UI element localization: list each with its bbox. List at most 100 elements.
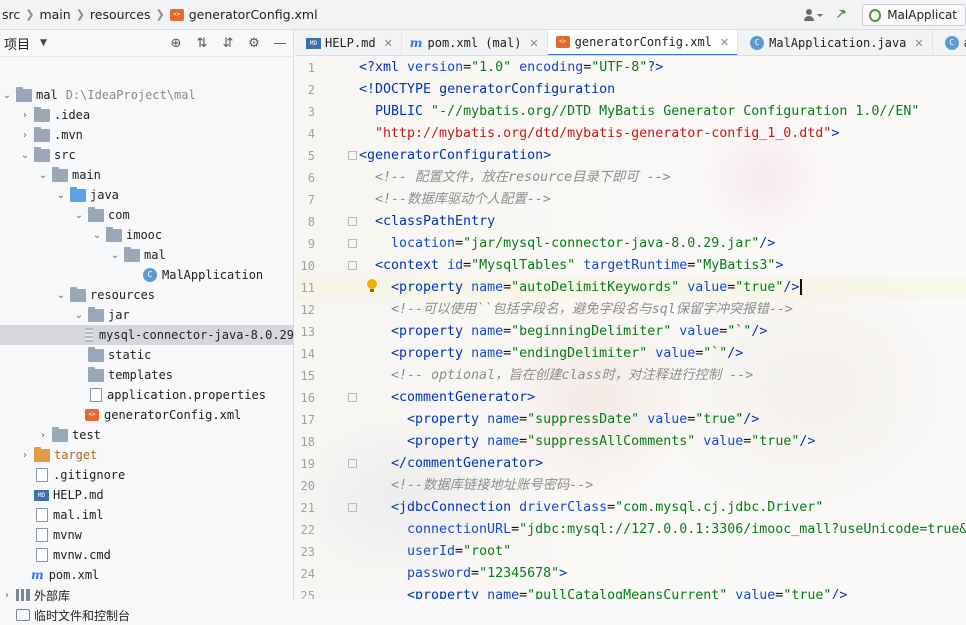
tree-item[interactable]: ⌄ src xyxy=(0,145,294,165)
code-line[interactable]: <property name="pullCatalogMeansCurrent"… xyxy=(359,585,847,599)
minimize-icon[interactable]: — xyxy=(271,34,289,52)
editor-tab[interactable]: C MalApplication.java ✕ xyxy=(738,30,933,55)
tree-item[interactable]: mvnw.cmd xyxy=(0,545,294,565)
code-line[interactable]: <property name="autoDelimitKeywords" val… xyxy=(359,277,803,299)
locate-file-icon[interactable]: ⊕ xyxy=(167,34,185,52)
tree-item[interactable]: › .idea xyxy=(0,105,294,125)
tree-item[interactable]: › test xyxy=(0,425,294,445)
fold-marker-icon[interactable] xyxy=(348,261,357,270)
tree-item[interactable]: static xyxy=(0,345,294,365)
code-line[interactable]: <?xml version="1.0" encoding="UTF-8"?> xyxy=(359,57,663,79)
fold-marker-icon[interactable] xyxy=(348,151,357,160)
code-line[interactable]: PUBLIC "-//mybatis.org//DTD MyBatis Gene… xyxy=(359,101,919,123)
chevron-down-icon[interactable]: ⌄ xyxy=(73,210,85,221)
fold-marker-icon[interactable] xyxy=(348,393,357,402)
expand-all-icon[interactable]: ⇅ xyxy=(193,34,211,52)
chevron-down-icon[interactable]: ⌄ xyxy=(37,170,49,181)
code-line[interactable]: <property name="suppressDate" value="tru… xyxy=(359,409,759,431)
code-line[interactable]: userId="root" xyxy=(359,541,511,563)
run-configuration-select[interactable]: MalApplicat xyxy=(862,4,966,26)
tree-item[interactable]: › target xyxy=(0,445,294,465)
code-editor[interactable]: 1 2 3 4 5 6 7 8 9 10 11 12 13 14 15 16 17 18 19 20 21 22 23 24 2… xyxy=(295,57,966,599)
close-icon[interactable]: ✕ xyxy=(720,36,729,49)
tree-item[interactable]: ⌄ java xyxy=(0,185,294,205)
tree-item[interactable]: ⌄ main xyxy=(0,165,294,185)
tree-item[interactable]: ⌄ jar xyxy=(0,305,294,325)
tree-item[interactable]: 临时文件和控制台 xyxy=(0,605,294,625)
chevron-right-icon[interactable]: › xyxy=(19,130,31,141)
editor-tab[interactable]: Capplic xyxy=(933,30,966,55)
breadcrumb-item-resources[interactable]: resources xyxy=(90,7,151,22)
tree-item[interactable]: mysql-connector-java-8.0.29 xyxy=(0,325,294,345)
tree-item[interactable]: mvnw xyxy=(0,525,294,545)
fold-marker-icon[interactable] xyxy=(348,459,357,468)
chevron-down-icon[interactable]: ⌄ xyxy=(91,230,103,241)
user-icon[interactable] xyxy=(800,4,826,26)
editor-tab[interactable]: m pom.xml (mal) ✕ xyxy=(402,30,548,55)
fold-marker-icon[interactable] xyxy=(348,239,357,248)
line-number: 25 xyxy=(300,589,315,599)
code-line[interactable]: location="jar/mysql-connector-java-8.0.2… xyxy=(359,233,775,255)
code-line[interactable]: <jdbcConnection driverClass="com.mysql.c… xyxy=(359,497,823,519)
code-token: name xyxy=(471,324,504,339)
code-line[interactable]: <!DOCTYPE generatorConfiguration xyxy=(359,79,615,101)
line-number: 19 xyxy=(300,457,315,471)
code-line[interactable]: <!-- optional，旨在创建class时，对注释进行控制 --> xyxy=(359,365,753,387)
code-line[interactable]: </commentGenerator> xyxy=(359,453,543,475)
code-line[interactable]: password="12345678"> xyxy=(359,563,567,585)
code-line[interactable]: connectionURL="jdbc:mysql://127.0.0.1:33… xyxy=(359,519,966,541)
gear-icon[interactable]: ⚙ xyxy=(245,34,263,52)
code-line[interactable]: <commentGenerator> xyxy=(359,387,535,409)
tree-item[interactable]: m pom.xml xyxy=(0,565,294,585)
tree-item[interactable]: ⌄ mal D:\IdeaProject\mal xyxy=(0,85,294,105)
fold-marker-icon[interactable] xyxy=(348,217,357,226)
build-hammer-icon[interactable] xyxy=(832,4,856,26)
code-line[interactable]: <!--可以使用``包括字段名，避免字段名与sql保留字冲突报错--> xyxy=(359,299,793,321)
fold-marker-icon[interactable] xyxy=(348,503,357,512)
close-icon[interactable]: ✕ xyxy=(529,37,538,50)
tree-item[interactable]: › .mvn xyxy=(0,125,294,145)
chevron-down-icon[interactable]: ⌄ xyxy=(73,310,85,321)
chevron-down-icon[interactable]: ⌄ xyxy=(109,250,121,261)
code-line[interactable]: <property name="suppressAllComments" val… xyxy=(359,431,815,453)
chevron-down-icon[interactable]: ⌄ xyxy=(19,150,31,161)
code-line[interactable]: <generatorConfiguration> xyxy=(359,145,551,167)
tree-item[interactable]: .gitignore xyxy=(0,465,294,485)
chevron-right-icon[interactable]: › xyxy=(37,430,49,441)
code-line[interactable]: <!--数据库驱动个人配置--> xyxy=(359,189,551,211)
breadcrumb-item-main[interactable]: main xyxy=(39,7,70,22)
chevron-right-icon[interactable]: › xyxy=(19,110,31,121)
tree-item[interactable]: templates xyxy=(0,365,294,385)
tree-item[interactable]: ⌄ mal xyxy=(0,245,294,265)
code-line[interactable]: <property name="endingDelimiter" value="… xyxy=(359,343,743,365)
editor-tab[interactable]: <> generatorConfig.xml ✕ xyxy=(547,30,739,55)
editor-tab[interactable]: MD HELP.md ✕ xyxy=(295,30,402,55)
chevron-down-icon[interactable]: ▼ xyxy=(40,38,47,48)
tree-item[interactable]: › 外部库 xyxy=(0,585,294,605)
code-line[interactable]: "http://mybatis.org/dtd/mybatis-generato… xyxy=(359,123,839,145)
collapse-all-icon[interactable]: ⇵ xyxy=(219,34,237,52)
folder-icon xyxy=(16,86,32,102)
chevron-down-icon[interactable]: ⌄ xyxy=(55,290,67,301)
code-line[interactable]: <!-- 配置文件，放在resource目录下即可 --> xyxy=(359,167,671,189)
code-line[interactable]: <property name="beginningDelimiter" valu… xyxy=(359,321,767,343)
tree-item[interactable]: MD HELP.md xyxy=(0,485,294,505)
tree-item[interactable]: <> generatorConfig.xml xyxy=(0,405,294,425)
close-icon[interactable]: ✕ xyxy=(914,37,923,50)
chevron-right-icon[interactable]: › xyxy=(19,450,31,461)
tree-item[interactable]: ⌄ com xyxy=(0,205,294,225)
code-line[interactable]: <!--数据库链接地址账号密码--> xyxy=(359,475,593,497)
tree-item[interactable]: mal.iml xyxy=(0,505,294,525)
tree-item[interactable]: ⌄ imooc xyxy=(0,225,294,245)
breadcrumb-item-src[interactable]: src xyxy=(2,7,20,22)
code-line[interactable]: <classPathEntry xyxy=(359,211,495,233)
tree-item[interactable]: ⌄ resources xyxy=(0,285,294,305)
project-panel-title[interactable]: 项目 xyxy=(4,34,30,53)
chevron-down-icon[interactable]: ⌄ xyxy=(1,90,13,101)
close-icon[interactable]: ✕ xyxy=(384,37,393,50)
breadcrumb-item-generatorconfig[interactable]: generatorConfig.xml xyxy=(189,7,318,22)
tree-item[interactable]: application.properties xyxy=(0,385,294,405)
code-line[interactable]: <context id="MysqlTables" targetRuntime=… xyxy=(359,255,783,277)
chevron-down-icon[interactable]: ⌄ xyxy=(55,190,67,201)
tree-item[interactable]: C MalApplication xyxy=(0,265,294,285)
